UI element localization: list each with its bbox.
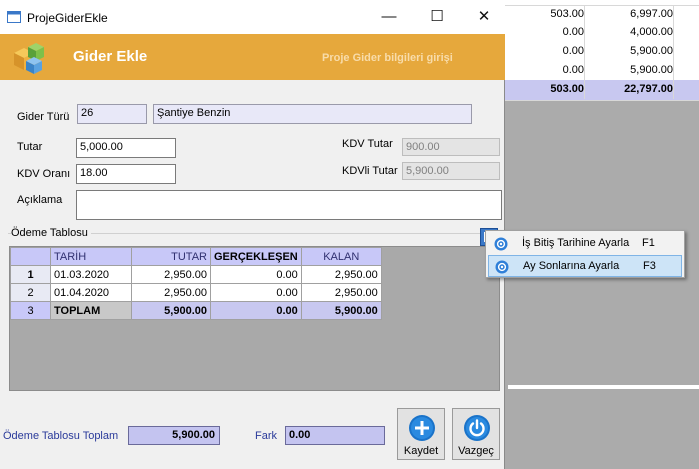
tutar-label: Tutar <box>17 141 43 153</box>
tutar-field[interactable]: 5,000.00 <box>76 138 176 158</box>
background-grid-row-top <box>505 0 699 6</box>
menu-item-shortcut: F3 <box>643 260 656 272</box>
save-button-label: Kaydet <box>403 445 439 457</box>
background-grid-edge <box>508 385 699 389</box>
fark-label: Fark <box>255 430 277 442</box>
row-number[interactable]: 2 <box>10 283 51 302</box>
total-kalan-cell: 5,900.00 <box>300 301 382 320</box>
maximize-button[interactable]: ☐ <box>422 6 452 28</box>
gerceklesen-cell[interactable]: 0.00 <box>210 283 302 302</box>
table-row[interactable]: 2 01.04.2020 2,950.00 0.00 2,950.00 <box>10 283 382 302</box>
tutar-cell[interactable]: 2,950.00 <box>131 265 211 284</box>
payment-options-menu: İş Bitiş Tarihine Ayarla F1 Ay Sonlarına… <box>485 230 685 278</box>
boxes-icon <box>14 43 44 74</box>
grid-cell: 5,900.00 <box>585 61 674 80</box>
total-tutar-cell: 5,900.00 <box>131 301 211 320</box>
kdv-orani-label: KDV Oranı <box>17 168 71 180</box>
menu-item-label: İş Bitiş Tarihine Ayarla <box>522 237 630 249</box>
row-number[interactable]: 1 <box>10 265 51 284</box>
total-label-cell: TOPLAM <box>50 301 132 320</box>
column-header-kalan[interactable]: KALAN <box>300 247 382 266</box>
grid-cell: 0.00 <box>505 61 585 80</box>
column-header-tutar[interactable]: TUTAR <box>131 247 211 266</box>
save-button[interactable]: Kaydet <box>397 408 445 460</box>
kdv-orani-field[interactable]: 18.00 <box>76 164 176 184</box>
menu-item-is-bitis-tarihine-ayarla[interactable]: İş Bitiş Tarihine Ayarla F1 <box>488 233 682 255</box>
kdv-tutar-field: 900.00 <box>402 138 500 156</box>
background-grid-row: 0.00 5,900.00 <box>505 42 699 63</box>
gider-turu-label: Gider Türü <box>17 111 70 123</box>
plus-icon <box>409 415 435 441</box>
grid-cell: 0.00 <box>505 42 585 61</box>
grid-cell: 6,997.00 <box>585 5 674 24</box>
tarih-cell[interactable]: 01.04.2020 <box>50 283 132 302</box>
power-icon <box>464 415 490 441</box>
background-grid-total-row: 503.00 22,797.00 <box>505 80 699 101</box>
table-row[interactable]: 1 01.03.2020 2,950.00 0.00 2,950.00 <box>10 265 382 284</box>
kalan-cell[interactable]: 2,950.00 <box>300 265 382 284</box>
payment-table-header: TARİH TUTAR GERÇEKLEŞEN KALAN <box>10 247 382 266</box>
gider-turu-code-field[interactable]: 26 <box>77 104 147 124</box>
column-header-tarih[interactable]: TARİH <box>50 247 132 266</box>
kdvli-tutar-field: 5,900.00 <box>402 162 500 180</box>
header-banner: Gider Ekle Proje Gider bilgileri girişi <box>0 34 505 80</box>
column-header-gerceklesen[interactable]: GERÇEKLEŞEN <box>210 247 302 266</box>
background-grid-row: 0.00 5,900.00 <box>505 61 699 82</box>
gear-icon <box>494 237 508 251</box>
menu-item-ay-sonlarina-ayarla[interactable]: Ay Sonlarına Ayarla F3 <box>488 255 682 277</box>
kdvli-tutar-label: KDVli Tutar <box>342 165 398 177</box>
cancel-button-label: Vazgeç <box>458 445 494 457</box>
gerceklesen-cell[interactable]: 0.00 <box>210 265 302 284</box>
row-header-corner <box>10 247 51 266</box>
total-gerceklesen-cell: 0.00 <box>210 301 302 320</box>
fark-field: 0.00 <box>285 426 385 445</box>
grid-cell: 22,797.00 <box>585 80 674 99</box>
grid-cell: 4,000.00 <box>585 23 674 42</box>
odeme-tablosu-label: Ödeme Tablosu <box>11 227 91 239</box>
aciklama-field[interactable] <box>76 190 502 220</box>
banner-subtitle: Proje Gider bilgileri girişi <box>322 52 453 64</box>
window-title: ProjeGiderEkle <box>27 11 108 25</box>
payment-table[interactable]: TARİH TUTAR GERÇEKLEŞEN KALAN 1 01.03.20… <box>10 247 382 320</box>
title-bar[interactable]: ProjeGiderEkle — ☐ ✕ <box>0 0 505 34</box>
aciklama-label: Açıklama <box>17 194 63 206</box>
banner-title: Gider Ekle <box>73 48 148 65</box>
row-number: 3 <box>10 301 51 320</box>
grid-cell: 0.00 <box>505 23 585 42</box>
minimize-button[interactable]: — <box>374 6 404 28</box>
cancel-button[interactable]: Vazgeç <box>452 408 500 460</box>
background-grid-row: 0.00 4,000.00 <box>505 23 699 44</box>
odeme-tablosu-toplam-label: Ödeme Tablosu Toplam <box>3 430 119 442</box>
tutar-cell[interactable]: 2,950.00 <box>131 283 211 302</box>
gear-icon <box>495 260 509 274</box>
grid-cell: 503.00 <box>505 80 585 99</box>
proje-gider-ekle-dialog: ProjeGiderEkle — ☐ ✕ Gider Ekle Proje Gi… <box>0 0 505 469</box>
menu-item-shortcut: F1 <box>642 237 655 249</box>
close-button[interactable]: ✕ <box>469 6 499 28</box>
tarih-cell[interactable]: 01.03.2020 <box>50 265 132 284</box>
odeme-tablosu-toplam-field: 5,900.00 <box>128 426 220 445</box>
kdv-tutar-label: KDV Tutar <box>342 138 393 150</box>
gider-turu-name-field[interactable]: Şantiye Benzin <box>153 104 472 124</box>
grid-cell: 503.00 <box>505 5 585 24</box>
kalan-cell[interactable]: 2,950.00 <box>300 283 382 302</box>
grid-cell: 5,900.00 <box>585 42 674 61</box>
table-total-row: 3 TOPLAM 5,900.00 0.00 5,900.00 <box>10 301 382 320</box>
menu-item-label: Ay Sonlarına Ayarla <box>523 260 620 272</box>
window-app-icon <box>7 11 21 23</box>
